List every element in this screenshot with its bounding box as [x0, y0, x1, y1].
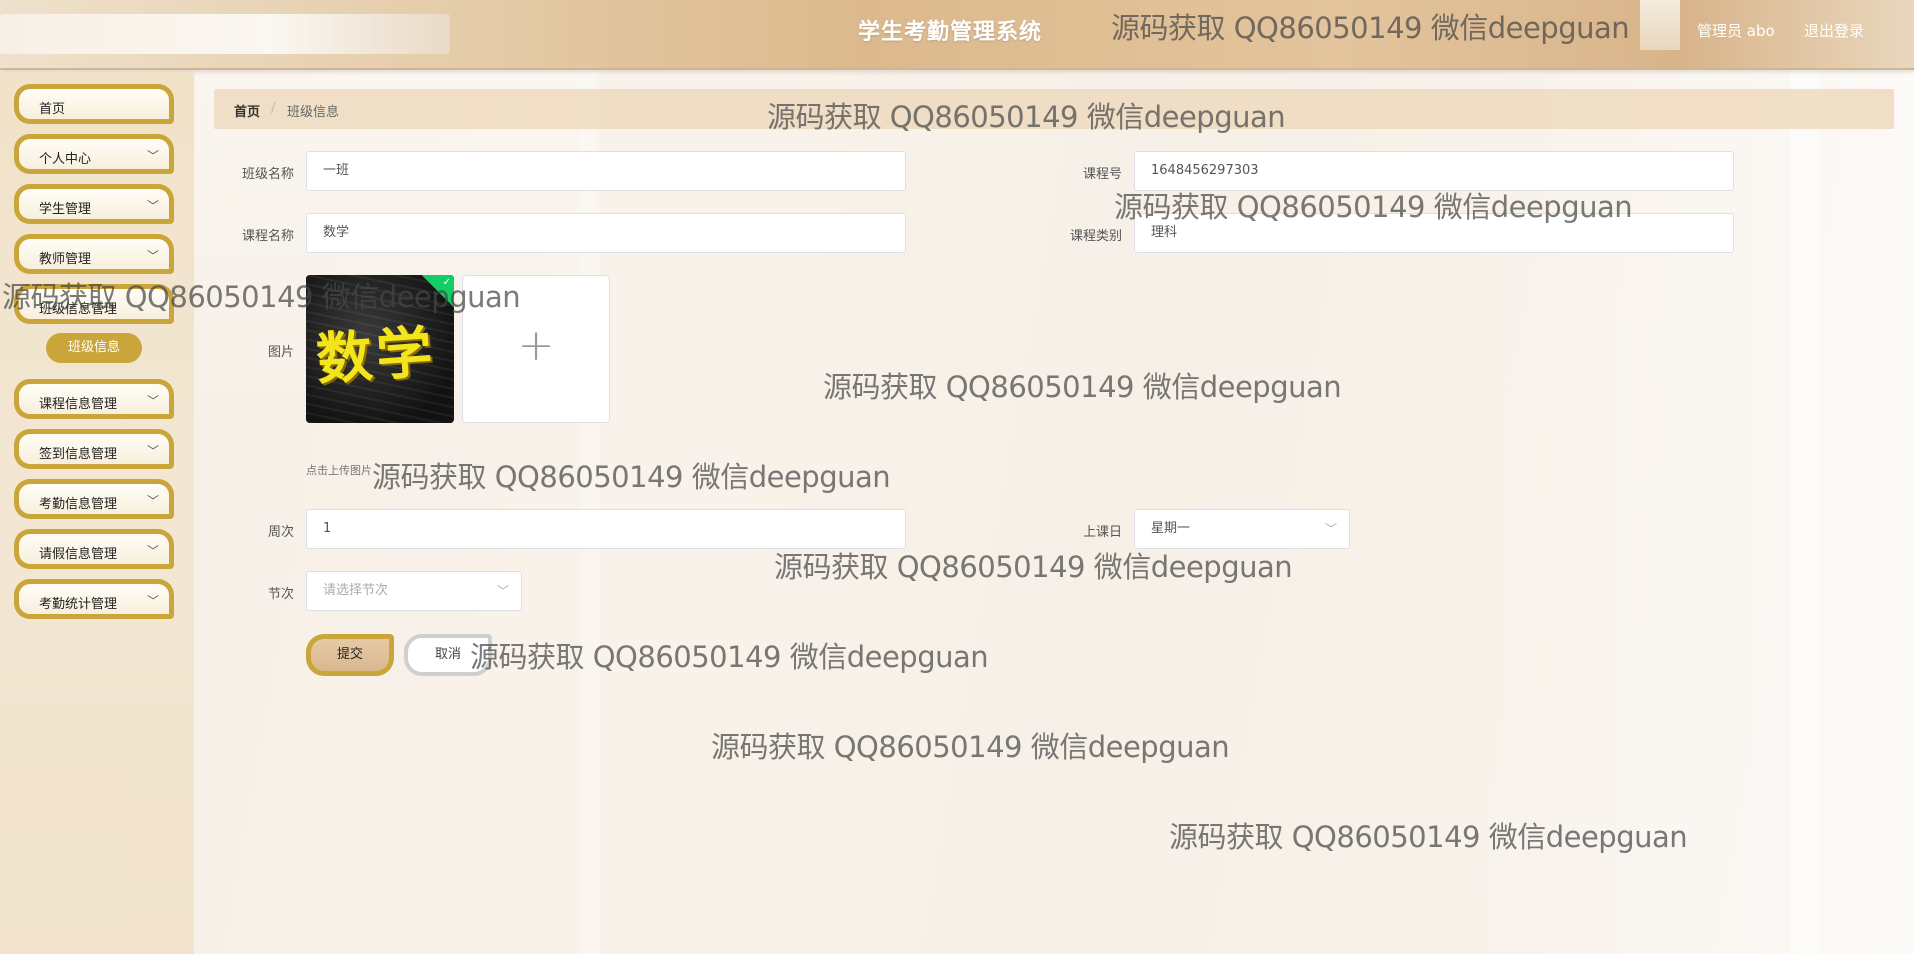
sidebar-item-student-management[interactable]: 学生管理 ﹀: [14, 184, 174, 224]
watermark-text: 源码获取 QQ86050149 微信deepguan: [823, 370, 1342, 404]
watermark-text: 源码获取 QQ86050149 微信deepguan: [711, 730, 1230, 764]
course-name-label: 课程名称: [241, 229, 294, 244]
class-name-label: 班级名称: [241, 167, 294, 182]
course-name-input[interactable]: 数学: [306, 213, 906, 253]
class-day-select[interactable]: 星期一 ﹀: [1134, 509, 1350, 549]
chevron-down-icon: ﹀: [146, 249, 159, 263]
check-icon: ✓: [442, 277, 451, 288]
class-day-value: 星期一: [1151, 521, 1191, 536]
chevron-down-icon: ﹀: [146, 199, 159, 213]
watermark-text: 源码获取 QQ86050149 微信deepguan: [470, 640, 989, 674]
section-select[interactable]: 请选择节次 ﹀: [306, 571, 522, 611]
course-type-label: 课程类别: [1069, 229, 1122, 244]
image-label: 图片: [267, 345, 294, 360]
sidebar-item-class-management[interactable]: 班级信息管理: [14, 284, 174, 324]
chevron-down-icon: ﹀: [496, 584, 509, 598]
class-name-input[interactable]: 一班: [306, 151, 906, 191]
breadcrumb-separator: /: [271, 101, 276, 116]
uploaded-image-thumbnail[interactable]: 数学 ✓: [306, 275, 454, 423]
submit-button[interactable]: 提交: [306, 634, 394, 676]
sidebar-item-label: 考勤信息管理: [39, 497, 118, 512]
sidebar-item-home[interactable]: 首页: [14, 84, 174, 124]
sidebar-item-attendance-management[interactable]: 考勤信息管理 ﹀: [14, 479, 174, 519]
breadcrumb: 首页 / 班级信息: [214, 89, 1894, 129]
sidebar-item-course-management[interactable]: 课程信息管理 ﹀: [14, 379, 174, 419]
sidebar-item-label: 学生管理: [39, 202, 92, 217]
current-user: 管理员 abo: [1697, 22, 1775, 40]
sidebar-item-label: 课程信息管理: [39, 397, 118, 412]
sidebar-item-label: 首页: [39, 102, 66, 117]
sidebar-item-label: 班级信息管理: [39, 302, 118, 317]
header-decoration: [0, 14, 450, 54]
sidebar-item-label: 个人中心: [39, 152, 92, 167]
header-decoration-2: [1640, 0, 1680, 50]
sidebar-item-label: 教师管理: [39, 252, 92, 267]
chevron-down-icon: ﹀: [1324, 522, 1337, 536]
sidebar-item-label: 签到信息管理: [39, 447, 118, 462]
image-upload-button[interactable]: +: [462, 275, 610, 423]
top-header: 学生考勤管理系统 管理员 abo 退出登录: [0, 0, 1914, 70]
sidebar-item-label: 请假信息管理: [39, 547, 118, 562]
chevron-down-icon: ﹀: [146, 494, 159, 508]
sidebar-item-checkin-management[interactable]: 签到信息管理 ﹀: [14, 429, 174, 469]
cancel-button[interactable]: 取消: [404, 634, 492, 676]
breadcrumb-current: 班级信息: [287, 105, 340, 120]
chevron-down-icon: ﹀: [146, 594, 159, 608]
plus-icon: +: [517, 320, 555, 371]
week-input[interactable]: 1: [306, 509, 906, 549]
chevron-down-icon: ﹀: [146, 149, 159, 163]
logout-link[interactable]: 退出登录: [1804, 20, 1864, 41]
chevron-down-icon: ﹀: [146, 444, 159, 458]
chevron-down-icon: ﹀: [146, 394, 159, 408]
breadcrumb-home[interactable]: 首页: [234, 101, 260, 120]
week-label: 周次: [267, 525, 294, 540]
sidebar-item-teacher-management[interactable]: 教师管理 ﹀: [14, 234, 174, 274]
class-day-label: 上课日: [1082, 525, 1122, 540]
course-no-input[interactable]: 1648456297303: [1134, 151, 1734, 191]
sidebar-item-attendance-stats[interactable]: 考勤统计管理 ﹀: [14, 579, 174, 619]
section-label: 节次: [267, 587, 294, 602]
system-title: 学生考勤管理系统: [858, 20, 1043, 45]
sidebar-item-label: 考勤统计管理: [39, 597, 118, 612]
section-placeholder: 请选择节次: [323, 583, 389, 598]
upload-tip: 点击上传图片: [306, 464, 372, 477]
sidebar-subitem-class-info[interactable]: 班级信息: [46, 333, 142, 363]
chevron-down-icon: ﹀: [146, 544, 159, 558]
course-type-input[interactable]: 理科: [1134, 213, 1734, 253]
watermark-text: 源码获取 QQ86050149 微信deepguan: [1169, 820, 1688, 854]
course-no-label: 课程号: [1082, 167, 1122, 182]
sidebar-item-leave-management[interactable]: 请假信息管理 ﹀: [14, 529, 174, 569]
watermark-text: 源码获取 QQ86050149 微信deepguan: [774, 550, 1293, 584]
watermark-text: 源码获取 QQ86050149 微信deepguan: [372, 460, 891, 494]
sidebar-item-personal-center[interactable]: 个人中心 ﹀: [14, 134, 174, 174]
image-text: 数学: [314, 318, 439, 394]
